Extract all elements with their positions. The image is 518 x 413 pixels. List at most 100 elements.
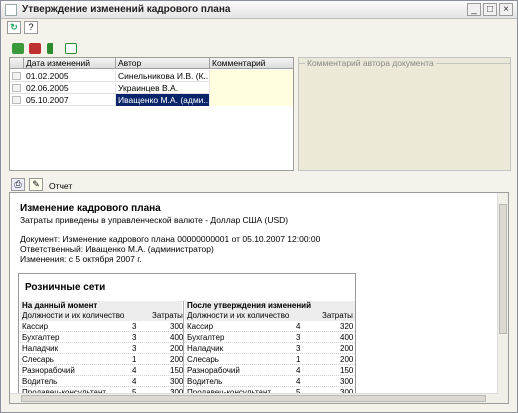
count-after: 3 — [296, 344, 301, 353]
table-header: Дата изменений Автор Комментарий — [10, 58, 293, 69]
count-after: 4 — [296, 366, 301, 375]
table-row: Наладчик 3 200 Наладчик 3 200 — [20, 344, 355, 354]
print-button[interactable]: ⎙ — [11, 178, 25, 191]
position-now: Бухгалтер — [22, 333, 60, 342]
cost-after: 150 — [340, 366, 354, 375]
count-after: 1 — [296, 355, 301, 364]
horizontal-scrollbar[interactable] — [10, 393, 498, 403]
minimize-button[interactable]: _ — [467, 3, 481, 16]
approve-icon[interactable] — [12, 43, 24, 54]
author-comment-legend: Комментарий автора документа — [305, 58, 436, 68]
author-cell[interactable]: Синельникова И.В. (К... — [116, 70, 210, 82]
header-icon-col — [10, 58, 24, 69]
count-now: 1 — [132, 355, 137, 364]
count-now: 3 — [132, 322, 137, 331]
table-row[interactable]: 01.02.2005 Синельникова И.В. (К... — [10, 70, 293, 82]
main-window: Утверждение изменений кадрового плана _ … — [0, 0, 518, 413]
count-after: 4 — [296, 377, 301, 386]
table-row: Разнорабочий 4 150 Разнорабочий 4 150 — [20, 366, 355, 376]
position-after: Слесарь — [187, 355, 219, 364]
cost-after: 400 — [340, 333, 354, 342]
vertical-scrollbar[interactable] — [497, 193, 508, 403]
cost-now: 400 — [170, 333, 184, 342]
column-header-date[interactable]: Дата изменений — [24, 58, 116, 69]
column-header-comment[interactable]: Комментарий — [210, 58, 293, 69]
close-button[interactable]: × — [499, 3, 513, 16]
top-toolbar: ↻ ? — [1, 19, 517, 36]
count-after: 3 — [296, 333, 301, 342]
subheader-costs-now: Затраты — [150, 311, 183, 321]
reject-icon[interactable] — [29, 43, 41, 54]
scroll-thumb[interactable] — [21, 395, 486, 402]
author-cell[interactable]: Украинцев В.А. — [116, 82, 210, 94]
author-cell-selected[interactable]: Иващенко М.А. (адми... — [116, 94, 210, 106]
scroll-thumb[interactable] — [499, 204, 507, 334]
count-after: 4 — [296, 322, 301, 331]
position-now: Кассир — [22, 322, 49, 331]
changes-table[interactable]: Дата изменений Автор Комментарий 01.02.2… — [9, 57, 294, 171]
position-now: Наладчик — [22, 344, 59, 353]
report-icon[interactable] — [65, 43, 77, 54]
report-currency: Затраты приведены в управленческой валют… — [20, 215, 289, 225]
position-now: Водитель — [22, 377, 58, 386]
date-cell[interactable]: 01.02.2005 — [24, 70, 116, 82]
print-icon: ⎙ — [14, 179, 22, 189]
position-after: Кассир — [187, 322, 214, 331]
count-now: 3 — [132, 333, 137, 342]
save-button[interactable]: ✎ — [29, 178, 43, 191]
position-now: Разнорабочий — [22, 366, 75, 375]
report-toolbar: ⎙ ✎ — [1, 176, 517, 192]
date-cell[interactable]: 02.06.2005 — [24, 82, 116, 94]
count-now: 3 — [132, 344, 137, 353]
author-comment-panel[interactable]: Комментарий автора документа — [298, 57, 511, 171]
section-title: Розничные сети — [25, 282, 106, 293]
document-icon — [5, 4, 17, 16]
report-responsible: Ответственный: Иващенко М.А. (администра… — [20, 244, 214, 254]
refresh-button[interactable]: ↻ — [7, 21, 21, 34]
table-row[interactable]: 02.06.2005 Украинцев В.А. — [10, 82, 293, 94]
date-cell[interactable]: 05.10.2007 — [24, 94, 116, 106]
count-now: 4 — [132, 366, 137, 375]
column-header-author[interactable]: Автор — [116, 58, 210, 69]
comment-cell[interactable] — [210, 94, 293, 106]
report-label: Отчет — [49, 181, 73, 191]
maximize-button[interactable]: □ — [483, 3, 497, 16]
help-button[interactable]: ? — [24, 21, 38, 34]
subheader-positions-now: Должности и их количество — [20, 311, 150, 321]
table-row: Слесарь 1 200 Слесарь 1 200 — [20, 355, 355, 365]
report-title: Изменение кадрового плана — [20, 203, 161, 214]
position-after: Бухгалтер — [187, 333, 225, 342]
header-after: После утверждения изменений — [185, 301, 355, 311]
window-title: Утверждение изменений кадрового плана — [22, 4, 231, 15]
cost-after: 200 — [340, 344, 354, 353]
header-now: На данный момент — [20, 301, 182, 311]
cost-now: 300 — [170, 377, 184, 386]
move-next-icon[interactable] — [47, 43, 59, 54]
cost-now: 200 — [170, 355, 184, 364]
document-row-icon — [12, 84, 21, 92]
position-after: Наладчик — [187, 344, 224, 353]
comment-cell[interactable] — [210, 70, 293, 82]
title-bar: Утверждение изменений кадрового плана _ … — [1, 1, 517, 19]
report-changes: Изменения: с 5 октября 2007 г. — [20, 254, 142, 264]
report-document: Документ: Изменение кадрового плана 0000… — [20, 234, 321, 244]
table-row: Кассир 3 300 Кассир 4 320 — [20, 322, 355, 332]
save-icon: ✎ — [32, 179, 40, 189]
cost-after: 200 — [340, 355, 354, 364]
retail-section: Розничные сети На данный момент После ут… — [18, 273, 356, 403]
cost-now: 200 — [170, 344, 184, 353]
cost-after: 300 — [340, 377, 354, 386]
table-row: Бухгалтер 3 400 Бухгалтер 3 400 — [20, 333, 355, 343]
refresh-icon: ↻ — [10, 22, 18, 32]
cost-now: 150 — [170, 366, 184, 375]
count-now: 4 — [132, 377, 137, 386]
table-row[interactable]: 05.10.2007 Иващенко М.А. (адми... — [10, 94, 293, 106]
subheader-costs-after: Затраты — [320, 311, 355, 321]
cost-now: 300 — [170, 322, 184, 331]
position-after: Водитель — [187, 377, 223, 386]
document-row-icon — [12, 72, 21, 80]
report-area[interactable]: Изменение кадрового плана Затраты привед… — [9, 192, 509, 404]
document-row-icon — [12, 96, 21, 104]
table-row: Водитель 4 300 Водитель 4 300 — [20, 377, 355, 387]
comment-cell[interactable] — [210, 82, 293, 94]
